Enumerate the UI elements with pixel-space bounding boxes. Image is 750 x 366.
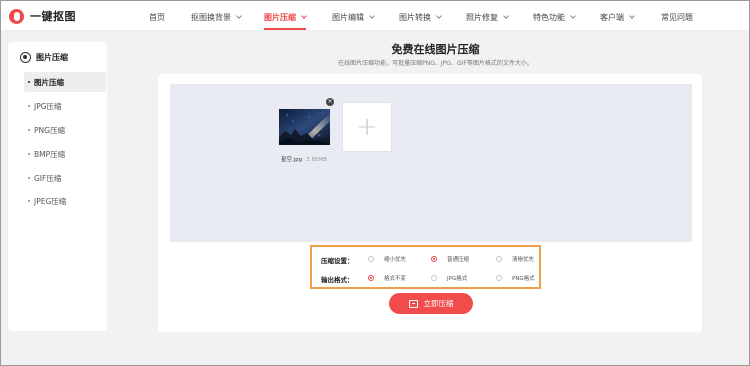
radio-icon — [496, 256, 502, 262]
radio-icon — [368, 275, 374, 281]
nav-item-faq[interactable]: 常见问题 — [661, 12, 693, 23]
nav-item-client[interactable]: 客户端 — [600, 12, 635, 23]
radio-smaller-first[interactable]: 缩小优先 — [368, 255, 406, 263]
file-name: 星空.jpg — [281, 157, 303, 163]
nav-item-features[interactable]: 特色功能 — [533, 12, 576, 23]
starry-sky-image — [279, 109, 330, 145]
radio-icon — [368, 256, 374, 262]
sidebar-title: 图片压缩 — [20, 52, 68, 63]
file-size: 3.85MB — [306, 157, 328, 163]
radio-normal-compress[interactable]: 普通压缩 — [431, 255, 469, 263]
sidebar-item-jpg[interactable]: JPG压缩 — [24, 96, 106, 116]
logo-text: 一键抠图 — [30, 10, 76, 23]
nav-item-compress[interactable]: 图片压缩 — [264, 12, 307, 23]
sidebar-item-jpeg[interactable]: JPEG压缩 — [24, 191, 106, 211]
sidebar-item-png[interactable]: PNG压缩 — [24, 120, 106, 140]
nav-item-cutout[interactable]: 抠图换背景 — [191, 12, 242, 23]
page-title: 免费在线图片压缩 — [391, 43, 480, 56]
remove-image-icon[interactable]: × — [326, 98, 334, 106]
chevron-down-icon — [436, 13, 442, 19]
file-info: 星空.jpg 3.85MB — [281, 155, 327, 163]
compress-setting-label: 压缩设置： — [321, 257, 354, 265]
sidebar-item-image-compress[interactable]: 图片压缩 — [24, 72, 106, 92]
output-format-label: 输出格式： — [321, 276, 354, 284]
target-icon — [20, 52, 31, 63]
sidebar-item-gif[interactable]: GIF压缩 — [24, 168, 106, 188]
logo-icon — [9, 8, 24, 24]
chevron-down-icon — [629, 13, 635, 19]
radio-icon — [496, 275, 502, 281]
upload-dropzone[interactable] — [170, 84, 692, 242]
chevron-down-icon — [503, 13, 509, 19]
compression-options-panel: 压缩设置： 缩小优先 普通压缩 清晰优先 输出格式： 格式不变 JPG格式 PN… — [310, 245, 541, 289]
nav-item-convert[interactable]: 图片转换 — [399, 12, 442, 23]
compress-now-button[interactable]: 立即压缩 — [389, 293, 473, 314]
radio-clarity-first[interactable]: 清晰优先 — [496, 255, 534, 263]
nav-item-edit[interactable]: 图片编辑 — [332, 12, 375, 23]
nav-item-restore[interactable]: 照片修复 — [466, 12, 509, 23]
compress-icon — [408, 299, 418, 308]
chevron-down-icon — [369, 13, 375, 19]
chevron-down-icon — [236, 13, 242, 19]
top-header: 一键抠图 首页 抠图换背景 图片压缩 图片编辑 图片转换 照片修复 特色功能 客… — [1, 1, 749, 31]
radio-png-format[interactable]: PNG格式 — [496, 274, 535, 282]
page-subtitle: 在线图片压缩功能，可批量压缩PNG、JPG、GIF等图片格式的文件大小。 — [338, 60, 533, 67]
radio-icon — [431, 256, 437, 262]
chevron-down-icon — [570, 13, 576, 19]
radio-icon — [431, 275, 437, 281]
radio-keep-format[interactable]: 格式不变 — [368, 274, 406, 282]
sidebar-item-bmp[interactable]: BMP压缩 — [24, 144, 106, 164]
chevron-down-icon — [301, 13, 307, 19]
sidebar: 图片压缩 图片压缩 JPG压缩 PNG压缩 BMP压缩 GIF压缩 JPEG压缩 — [8, 42, 107, 331]
active-nav-indicator — [264, 28, 306, 30]
logo[interactable]: 一键抠图 — [9, 8, 76, 24]
image-thumbnail[interactable] — [279, 109, 330, 145]
add-image-button[interactable]: + — [342, 102, 392, 152]
nav-item-home[interactable]: 首页 — [149, 12, 165, 23]
radio-jpg-format[interactable]: JPG格式 — [431, 274, 467, 282]
